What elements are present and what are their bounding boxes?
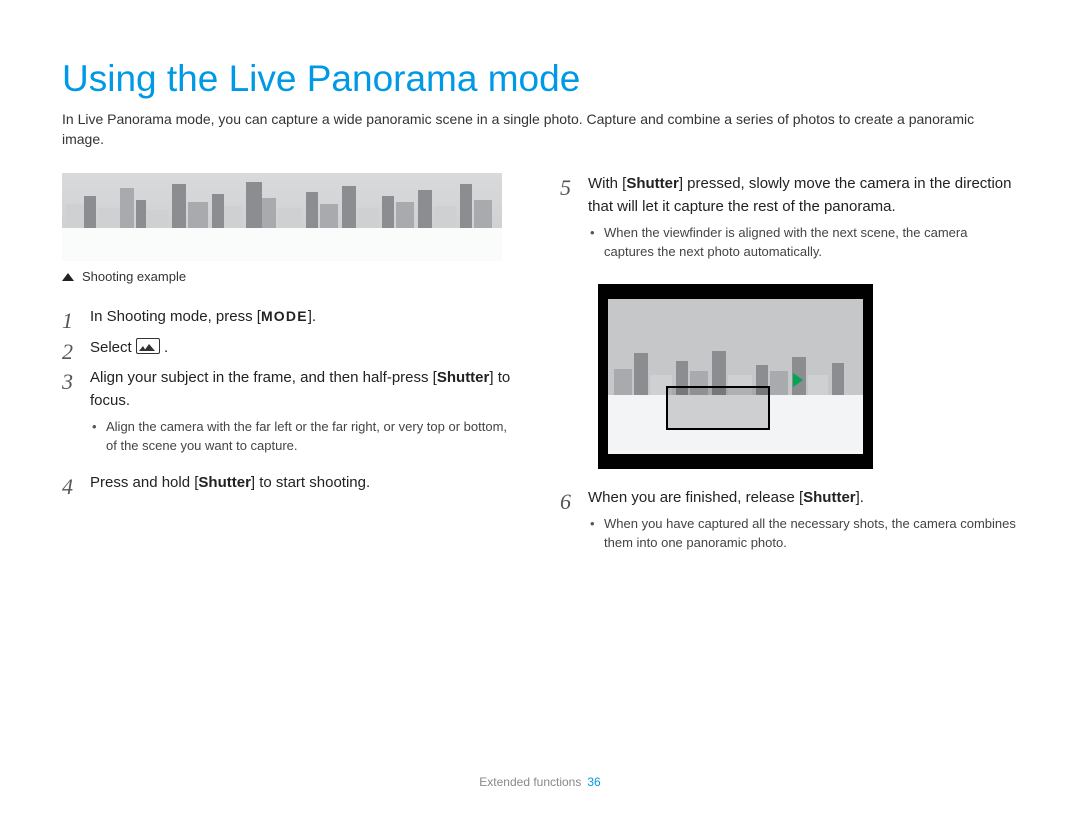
shooting-example-caption: Shooting example (62, 269, 520, 284)
capture-frame-overlay (666, 386, 770, 430)
viewfinder-illustration (598, 284, 873, 469)
step-6-note: When you have captured all the necessary… (588, 515, 1018, 553)
step-1: In Shooting mode, press [MODE]. (62, 306, 520, 329)
steps-left: In Shooting mode, press [MODE]. Select .… (62, 306, 520, 494)
step-3-note: Align the camera with the far left or th… (90, 418, 520, 456)
step-5-note: When the viewfinder is aligned with the … (588, 224, 1018, 262)
mode-button-label: MODE (261, 308, 308, 324)
step-3: Align your subject in the frame, and the… (62, 367, 520, 464)
footer-page-number: 36 (587, 775, 600, 789)
shooting-example-illustration (62, 173, 502, 261)
pan-direction-arrow-icon (793, 373, 803, 387)
intro-paragraph: In Live Panorama mode, you can capture a… (62, 110, 1018, 149)
caption-text: Shooting example (82, 269, 186, 284)
step-6: When you are finished, release [Shutter]… (560, 487, 1018, 561)
step-4: Press and hold [Shutter] to start shooti… (62, 472, 520, 495)
page-footer: Extended functions 36 (0, 775, 1080, 789)
triangle-up-icon (62, 273, 74, 281)
page-title: Using the Live Panorama mode (62, 58, 1018, 100)
footer-section: Extended functions (479, 775, 581, 789)
step-5: With [Shutter] pressed, slowly move the … (560, 173, 1018, 469)
left-column: Shooting example In Shooting mode, press… (62, 173, 520, 569)
panorama-mode-icon (136, 338, 160, 354)
right-column: With [Shutter] pressed, slowly move the … (560, 173, 1018, 569)
steps-right: With [Shutter] pressed, slowly move the … (560, 173, 1018, 561)
step-2: Select . (62, 337, 520, 360)
